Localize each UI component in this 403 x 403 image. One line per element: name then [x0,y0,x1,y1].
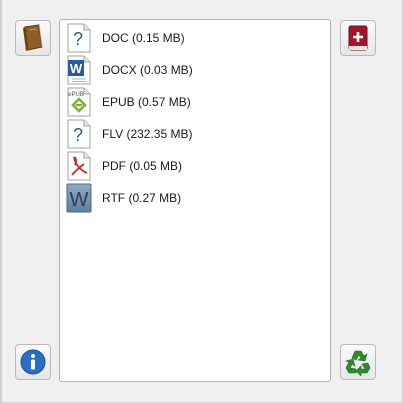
word-file-icon: W [66,55,92,85]
format-label: DOCX (0.03 MB) [102,63,193,77]
svg-text:?: ? [73,29,83,49]
info-icon [19,348,47,376]
format-panel-window: ? DOC (0.15 MB) W DOCX (0.03 MB) ePUB EP… [0,0,403,403]
svg-text:?: ? [73,125,83,145]
formats-list: ? DOC (0.15 MB) W DOCX (0.03 MB) ePUB EP… [66,22,326,214]
book-icon [20,24,46,52]
question-file-icon: ? [66,23,92,53]
svg-text:W: W [70,61,83,76]
format-item-doc[interactable]: ? DOC (0.15 MB) [66,22,326,54]
add-format-button[interactable] [340,20,376,56]
rtf-file-icon: W [66,183,92,213]
book-details-button[interactable] [15,20,51,56]
format-label: PDF (0.05 MB) [102,159,183,173]
svg-text:W: W [70,189,89,211]
format-label: FLV (232.35 MB) [102,127,193,141]
format-label: EPUB (0.57 MB) [102,95,191,109]
epub-icon-text: ePUB [68,92,84,98]
pdf-file-icon [66,151,92,181]
epub-file-icon: ePUB [66,87,92,117]
info-button[interactable] [15,344,51,380]
format-label: RTF (0.27 MB) [102,191,182,205]
format-item-flv[interactable]: ? FLV (232.35 MB) [66,118,326,150]
formats-list-panel: ? DOC (0.15 MB) W DOCX (0.03 MB) ePUB EP… [59,19,331,382]
add-book-icon [346,24,370,52]
format-item-epub[interactable]: ePUB EPUB (0.57 MB) [66,86,326,118]
question-file-icon: ? [66,119,92,149]
format-label: DOC (0.15 MB) [102,31,185,45]
format-item-pdf[interactable]: PDF (0.05 MB) [66,150,326,182]
recycle-icon [344,348,372,376]
remove-format-button[interactable] [340,344,376,380]
left-border [0,0,2,403]
format-item-docx[interactable]: W DOCX (0.03 MB) [66,54,326,86]
format-item-rtf[interactable]: W RTF (0.27 MB) [66,182,326,214]
